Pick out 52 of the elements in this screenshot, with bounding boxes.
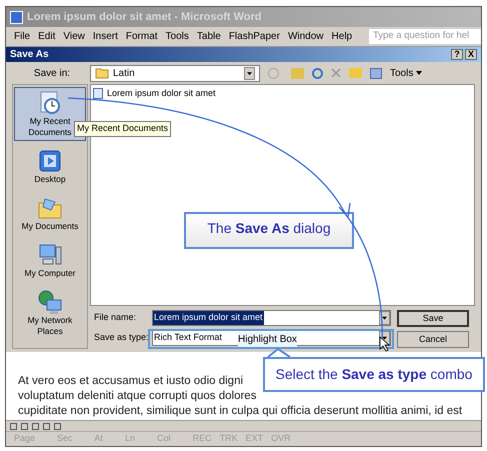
- status-field: Page: [14, 432, 36, 446]
- help-search-field[interactable]: Type a question for hel: [369, 29, 481, 44]
- status-field: Ln: [125, 432, 136, 446]
- status-field: Sec: [57, 432, 73, 446]
- status-field: At: [94, 432, 104, 446]
- window-title: Lorem ipsum dolor sit amet - Microsoft Word: [27, 10, 262, 25]
- dialog-title: Save As: [10, 48, 49, 62]
- places-item[interactable]: My Network Places: [14, 286, 86, 340]
- menu-item[interactable]: Tools: [166, 29, 189, 44]
- search-icon[interactable]: [312, 68, 323, 78]
- document-icon: [93, 88, 103, 100]
- dialog-button[interactable]: Cancel: [397, 331, 469, 348]
- menu-item[interactable]: Help: [332, 29, 352, 44]
- places-item[interactable]: My Computer: [14, 239, 86, 282]
- status-field: REC: [192, 432, 212, 446]
- tooltip: My Recent Documents: [74, 121, 172, 136]
- places-item[interactable]: My Documents: [14, 192, 86, 235]
- status-field: OVR: [271, 432, 291, 446]
- document-text: cupiditate non provident, similique sunt in culpa qui officia deserunt mollitia animi, id est: [18, 404, 462, 419]
- file-name-label: File name:: [94, 311, 138, 324]
- document-text: voluptatum deleniti atque corrupti quos dolores: [18, 389, 256, 404]
- caret-icon: [416, 71, 422, 75]
- highlight-label: Highlight Box: [238, 332, 297, 346]
- folder-icon: [95, 67, 109, 79]
- places-item[interactable]: Desktop: [14, 145, 86, 188]
- network-icon: [37, 289, 63, 315]
- save-in-label: Save in:: [32, 66, 72, 80]
- desktop-icon: [37, 148, 63, 174]
- callout-box: The Save As dialog: [184, 212, 354, 249]
- file-name-field[interactable]: Lorem ipsum dolor sit amet: [152, 310, 391, 326]
- document-entry[interactable]: Lorem ipsum dolor sit amet: [93, 87, 216, 100]
- tools-menu-button[interactable]: Tools: [390, 66, 422, 80]
- menu-item[interactable]: File: [14, 29, 30, 44]
- word-icon: [10, 10, 23, 24]
- menu-item[interactable]: Window: [288, 29, 324, 44]
- status-field: Col: [157, 432, 171, 446]
- help-button[interactable]: ?: [451, 49, 463, 60]
- status-field: TRK: [220, 432, 238, 446]
- menu-item[interactable]: View: [63, 29, 85, 44]
- save-in-dropdown[interactable]: Latin: [90, 64, 260, 82]
- document-text: At vero eos et accusamus et iusto odio digni: [18, 374, 244, 389]
- close-button[interactable]: X: [465, 49, 477, 60]
- status-field: EXT: [246, 432, 264, 446]
- menu-item[interactable]: Edit: [38, 29, 56, 44]
- dialog-button[interactable]: Save: [397, 310, 469, 327]
- menu-item[interactable]: Table: [196, 29, 221, 44]
- delete-icon[interactable]: [331, 68, 341, 78]
- menu-item[interactable]: Insert: [92, 29, 118, 44]
- menu-item[interactable]: Format: [126, 29, 158, 44]
- save-as-type-label: Save as type:: [94, 331, 150, 344]
- file-name-value: Lorem ipsum dolor sit amet: [153, 311, 264, 325]
- menu-item[interactable]: FlashPaper: [228, 29, 280, 44]
